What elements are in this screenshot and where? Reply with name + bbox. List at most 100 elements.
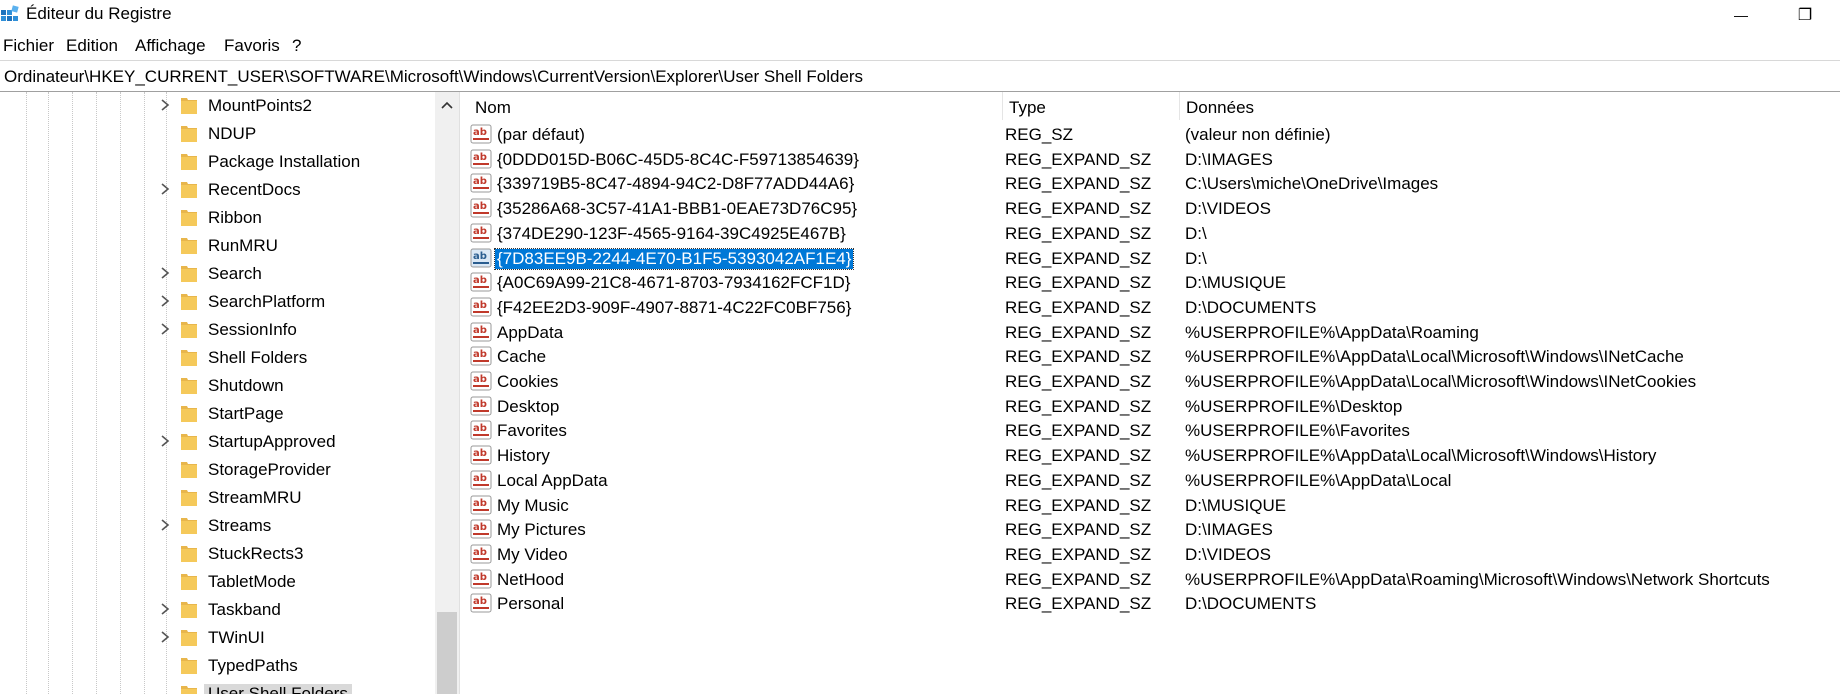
tree-item[interactable]: Streams bbox=[0, 512, 436, 540]
tree-item[interactable]: StartPage bbox=[0, 400, 436, 428]
value-name: My Pictures bbox=[497, 520, 586, 540]
folder-icon bbox=[181, 434, 197, 450]
tree-item[interactable]: Shell Folders bbox=[0, 344, 436, 372]
tree-item[interactable]: Search bbox=[0, 260, 436, 288]
chevron-right-icon[interactable] bbox=[158, 518, 172, 532]
string-value-icon: ab bbox=[470, 544, 492, 564]
svg-text:ab: ab bbox=[473, 498, 487, 509]
tree-scrollbar[interactable] bbox=[435, 92, 459, 694]
value-data: %USERPROFILE%\AppData\Local\Microsoft\Wi… bbox=[1185, 372, 1697, 391]
value-data: D:\VIDEOS bbox=[1185, 544, 1271, 564]
value-type: REG_EXPAND_SZ bbox=[1005, 470, 1152, 490]
string-value-icon: ab bbox=[470, 248, 492, 267]
registry-editor-icon bbox=[1, 5, 19, 21]
chevron-right-icon[interactable] bbox=[158, 434, 172, 448]
value-data: %USERPROFILE%\AppData\Local\Microsoft\Wi… bbox=[1185, 347, 1684, 367]
chevron-right-icon[interactable] bbox=[158, 322, 172, 336]
value-name: {0DDD015D-B06C-45D5-8C4C-F59713854639} bbox=[497, 149, 859, 169]
address-path[interactable]: Ordinateur\HKEY_CURRENT_USER\SOFTWARE\Mi… bbox=[4, 67, 863, 87]
tree-item[interactable]: User Shell Folders bbox=[0, 680, 436, 694]
svg-text:ab: ab bbox=[473, 300, 487, 311]
address-bar[interactable]: Ordinateur\HKEY_CURRENT_USER\SOFTWARE\Mi… bbox=[0, 63, 1840, 89]
menu-help[interactable]: ? bbox=[292, 36, 301, 56]
tree-item[interactable]: TabletMode bbox=[0, 568, 436, 596]
value-data: %USERPROFILE%\AppData\Local\Microsoft\Wi… bbox=[1185, 446, 1657, 466]
menu-affichage[interactable]: Affichage bbox=[135, 36, 206, 56]
svg-text:ab: ab bbox=[473, 448, 487, 459]
value-name: Personal bbox=[497, 594, 565, 614]
tree-item-label: Package Installation bbox=[208, 152, 361, 171]
menu-favoris[interactable]: Favoris bbox=[224, 36, 280, 56]
tree-item[interactable]: Taskband bbox=[0, 596, 436, 624]
column-header-type[interactable]: Type bbox=[1003, 92, 1179, 120]
value-type: REG_EXPAND_SZ bbox=[1005, 569, 1152, 589]
tree-item-label: RunMRU bbox=[208, 236, 278, 255]
value-name: My Video bbox=[497, 544, 568, 564]
tree-item[interactable]: MountPoints2 bbox=[0, 92, 436, 120]
folder-icon bbox=[181, 546, 197, 562]
chevron-right-icon[interactable] bbox=[158, 630, 172, 644]
menu-bar: Fichier Edition Affichage Favoris ? bbox=[0, 32, 1840, 58]
tree-item-label: StorageProvider bbox=[208, 460, 331, 479]
tree-item[interactable]: NDUP bbox=[0, 120, 436, 148]
value-type: REG_SZ bbox=[1005, 125, 1074, 144]
string-value-icon: ab bbox=[470, 470, 492, 490]
tree-item[interactable]: Shutdown bbox=[0, 372, 436, 400]
scroll-thumb[interactable] bbox=[437, 612, 457, 694]
chevron-up-icon bbox=[441, 101, 453, 109]
value-name: {F42EE2D3-909F-4907-8871-4C22FC0BF756} bbox=[497, 297, 852, 317]
tree-item[interactable]: RecentDocs bbox=[0, 176, 436, 204]
tree-item-label: Search bbox=[208, 264, 262, 283]
folder-icon bbox=[181, 182, 197, 198]
chevron-right-icon[interactable] bbox=[158, 602, 172, 616]
chevron-right-icon[interactable] bbox=[158, 266, 172, 280]
value-name: {35286A68-3C57-41A1-BBB1-0EAE73D76C95} bbox=[497, 199, 858, 219]
folder-icon bbox=[181, 126, 197, 142]
tree-item[interactable]: Ribbon bbox=[0, 204, 436, 232]
column-header-name[interactable]: Nom bbox=[465, 92, 1002, 120]
value-type: REG_EXPAND_SZ bbox=[1005, 322, 1152, 342]
value-row[interactable]: ab Personal REG_EXPAND_SZ D:\DOCUMENTS bbox=[465, 589, 1840, 618]
chevron-right-icon[interactable] bbox=[158, 294, 172, 308]
value-name: Local AppData bbox=[497, 470, 608, 490]
tree-item[interactable]: StuckRects3 bbox=[0, 540, 436, 568]
tree-item[interactable]: TypedPaths bbox=[0, 652, 436, 680]
svg-text:ab: ab bbox=[473, 226, 487, 237]
column-header-data[interactable]: Données bbox=[1180, 92, 1840, 120]
scroll-up-button[interactable] bbox=[435, 92, 459, 118]
folder-icon bbox=[181, 350, 197, 366]
folder-icon bbox=[181, 658, 197, 674]
tree-item[interactable]: TWinUI bbox=[0, 624, 436, 652]
value-data: D:\MUSIQUE bbox=[1185, 273, 1287, 293]
tree-item[interactable]: StorageProvider bbox=[0, 456, 436, 484]
value-type: REG_EXPAND_SZ bbox=[1005, 594, 1152, 614]
tree-item-label: Taskband bbox=[208, 600, 281, 619]
chevron-right-icon[interactable] bbox=[158, 182, 172, 196]
tree-item[interactable]: StreamMRU bbox=[0, 484, 436, 512]
value-type: REG_EXPAND_SZ bbox=[1005, 273, 1152, 293]
value-data: %USERPROFILE%\Desktop bbox=[1185, 396, 1403, 416]
folder-icon bbox=[181, 630, 197, 646]
tree-item[interactable]: RunMRU bbox=[0, 232, 436, 260]
menu-fichier[interactable]: Fichier bbox=[3, 36, 54, 56]
value-data: D:\MUSIQUE bbox=[1185, 495, 1287, 515]
folder-icon bbox=[181, 378, 197, 394]
folder-icon bbox=[181, 210, 197, 226]
tree-item[interactable]: SessionInfo bbox=[0, 316, 436, 344]
menu-edition[interactable]: Edition bbox=[66, 36, 118, 56]
value-name: {A0C69A99-21C8-4671-8703-7934162FCF1D} bbox=[497, 273, 851, 293]
value-name: NetHood bbox=[497, 569, 565, 589]
minimize-button[interactable]: — bbox=[1718, 0, 1764, 30]
tree-item-label: TWinUI bbox=[208, 628, 265, 647]
svg-text:ab: ab bbox=[473, 349, 487, 360]
svg-text:ab: ab bbox=[473, 572, 487, 583]
svg-text:ab: ab bbox=[473, 275, 487, 286]
tree-item[interactable]: Package Installation bbox=[0, 148, 436, 176]
restore-button[interactable]: ❐ bbox=[1782, 0, 1828, 30]
value-type: REG_EXPAND_SZ bbox=[1005, 421, 1152, 441]
tree-item[interactable]: StartupApproved bbox=[0, 428, 436, 456]
tree-item[interactable]: SearchPlatform bbox=[0, 288, 436, 316]
value-data: D:\ bbox=[1185, 223, 1207, 243]
chevron-right-icon[interactable] bbox=[158, 98, 172, 112]
value-type: REG_EXPAND_SZ bbox=[1005, 297, 1152, 317]
